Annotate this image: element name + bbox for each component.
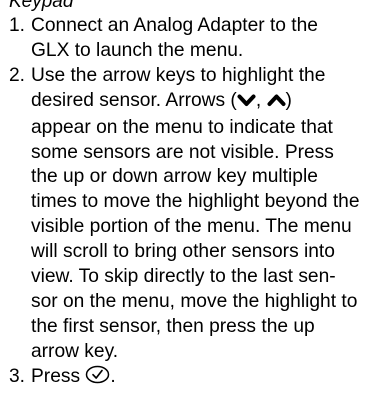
list-item: 1. Connect an Analog Adapter to the GLX …: [0, 14, 392, 64]
step-line: the first sensor, then press the up: [31, 315, 315, 337]
document-page: Keypad 1. Connect an Analog Adapter to t…: [0, 0, 392, 402]
step-line: Press: [31, 365, 81, 387]
step-number: 3.: [9, 365, 26, 387]
step-line: will scroll to bring other sensors into: [31, 241, 335, 263]
step-line: appear on the menu to indicate that: [31, 116, 333, 138]
check-circle-icon: [85, 365, 110, 392]
step-number: 1.: [9, 15, 26, 36]
step-line: times to move the highlight beyond the: [31, 191, 360, 213]
step-text: Use the arrow keys to highlight the desi…: [31, 64, 389, 365]
list-item: 3. Press .: [0, 365, 392, 392]
chevron-up-icon: [267, 91, 286, 116]
step-line: Connect an Analog Adapter to the: [31, 15, 318, 36]
step-line: the up or down arrow key multiple: [31, 166, 318, 188]
step-line: arrow key.: [31, 340, 119, 362]
step-line: visible portion of the menu. The menu: [31, 216, 352, 238]
step-number: 2.: [9, 64, 26, 86]
step-line: Use the arrow keys to highlight the: [31, 64, 326, 86]
step-line: some sensors are not visible. Press: [31, 141, 334, 163]
step-line-separator: ,: [255, 89, 267, 111]
chevron-down-icon: [237, 91, 256, 116]
step-text: Press .: [31, 365, 389, 392]
step-line-suffix: ): [285, 89, 292, 111]
step-line: view. To skip directly to the last sen-: [31, 266, 336, 288]
step-end-punctuation: .: [110, 365, 116, 387]
instruction-list: 1. Connect an Analog Adapter to the GLX …: [0, 14, 392, 392]
step-text: Connect an Analog Adapter to the GLX to …: [31, 14, 389, 64]
step-line: GLX to launch the menu.: [31, 39, 244, 61]
step-line-prefix: desired sensor. Arrows (: [31, 89, 237, 111]
list-item: 2. Use the arrow keys to highlight the d…: [0, 64, 392, 365]
step-line: sor on the menu, move the highlight to: [31, 290, 358, 312]
section-heading: Keypad: [9, 0, 74, 12]
